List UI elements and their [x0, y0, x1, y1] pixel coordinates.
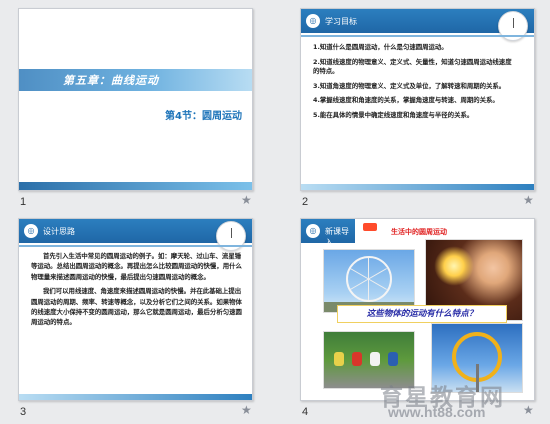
chapter-title: 第五章：曲线运动: [63, 74, 159, 87]
section-caption: 生活中的圆周运动: [391, 228, 447, 236]
logo-icon: ◎: [306, 224, 320, 238]
divider: [19, 245, 252, 247]
section-title: 第4节：圆周运动: [165, 111, 242, 122]
header-title: 新课导入: [325, 227, 349, 247]
slide-thumbnail-2[interactable]: ◎ 学习目标 1.知道什么是圆周运动，什么是匀速圆周运动。 2.知道线速度的物理…: [300, 8, 535, 191]
star-icon[interactable]: ★: [523, 403, 534, 417]
logo-icon: ◎: [306, 14, 320, 28]
list-item: 3.知道角速度的物理意义、定义式及单位，了解转速和周期的关系。: [313, 81, 506, 90]
slide-number: 3: [20, 406, 27, 418]
star-icon[interactable]: ★: [241, 193, 252, 207]
paragraph: 首先引入生活中常见的圆周运动的例子。如：摩天轮、过山车、流星锤等运动。总结出圆周…: [31, 252, 242, 281]
design-text: 首先引入生活中常见的圆周运动的例子。如：摩天轮、过山车、流星锤等运动。总结出圆周…: [31, 251, 243, 332]
slide-number: 2: [302, 196, 309, 208]
badge-icon: [363, 223, 377, 231]
paragraph: 我们可以用线速度、角速度来描述圆周运动的快慢。并在此基础上提出圆周运动的周期、频…: [31, 287, 242, 327]
decorative-band: [19, 182, 252, 190]
divider: [301, 35, 534, 37]
objectives-list: 1.知道什么是圆周运动，什么是匀速圆周运动。 2.知道线速度的物理意义、定义式、…: [313, 43, 513, 126]
slide-thumbnail-4[interactable]: ◎ 新课导入 生活中的圆周运动 这些物体的运动有什么特点？: [300, 218, 535, 401]
question-banner: 这些物体的运动有什么特点？: [337, 305, 507, 323]
ferris-wheel-image: [323, 249, 415, 313]
slide-header: ◎ 新课导入: [301, 219, 355, 247]
list-item: 1.知道什么是圆周运动，什么是匀速圆周运动。: [313, 43, 448, 51]
watermark-url: www.ht88.com: [388, 404, 486, 420]
slide-thumbnail-1[interactable]: 第五章：曲线运动 第4节：圆周运动: [18, 8, 253, 191]
list-item: 2.知道线速度的物理意义、定义式、矢量性，知道匀速圆周运动线速度的特点。: [313, 57, 512, 76]
star-icon[interactable]: ★: [241, 403, 252, 417]
logo-icon: ◎: [24, 224, 38, 238]
header-title: 设计思路: [43, 227, 75, 236]
slide-thumbnail-3[interactable]: ◎ 设计思路 首先引入生活中常见的圆周运动的例子。如：摩天轮、过山车、流星锤等运…: [18, 218, 253, 401]
star-icon[interactable]: ★: [523, 193, 534, 207]
list-item: 4.掌握线速度和角速度的关系，掌握角速度与转速、周期的关系。: [313, 96, 499, 105]
decorative-band: [301, 184, 534, 190]
header-title: 学习目标: [325, 17, 357, 26]
slide-number: 1: [20, 196, 27, 208]
list-item: 5.能在具体的情景中确定线速度和角速度与半径的关系。: [313, 110, 474, 119]
slide-number: 4: [302, 406, 309, 418]
decorative-band: [19, 394, 252, 400]
